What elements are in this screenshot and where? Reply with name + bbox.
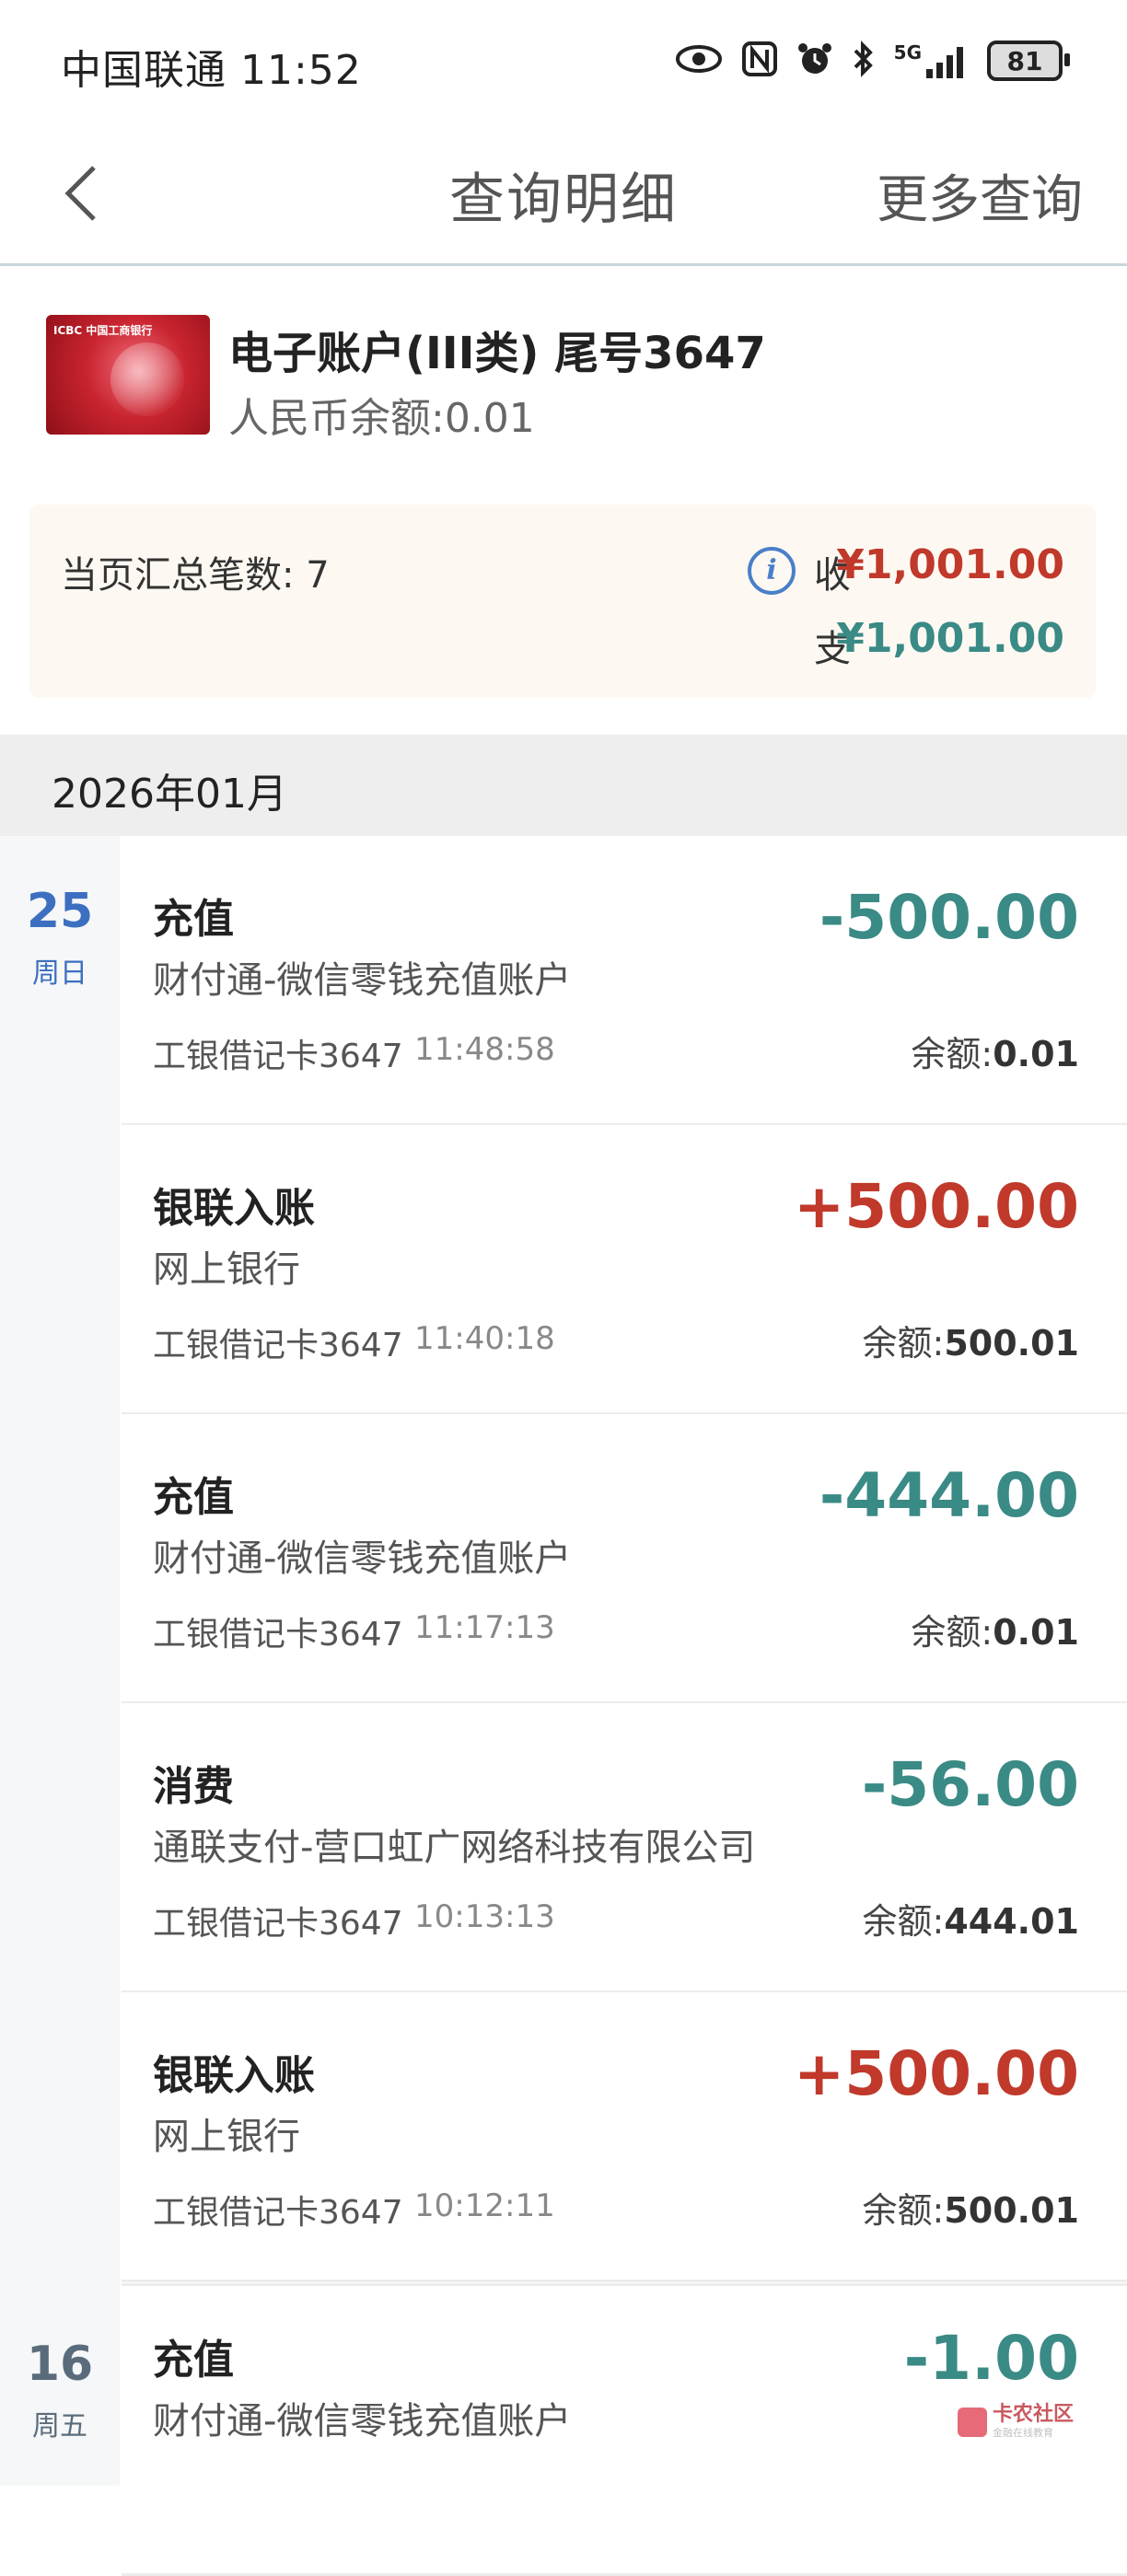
income-amount: ¥1,001.00 (836, 541, 1064, 588)
balance-value: 0.01 (993, 1034, 1079, 1074)
balance-label: 余额: (862, 1901, 945, 1942)
day-number: 16 (26, 2337, 94, 2392)
transaction-type: 充值 (153, 1474, 234, 1521)
transaction-balance: 余额:500.01 (863, 2182, 1079, 2233)
status-bar: 中国联通 11:52 5G 81 (0, 0, 1127, 129)
watermark-text-group: 卡农社区 金融在线教育 (993, 2405, 1074, 2440)
transaction-party: 财付通-微信零钱充值账户 (153, 2400, 572, 2443)
transaction-party: 财付通-微信零钱充值账户 (153, 1537, 572, 1580)
watermark-text: 卡农社区 (993, 2403, 1075, 2426)
expense-amount: ¥1,001.00 (836, 615, 1064, 662)
account-info: ICBC 中国工商银行 电子账户(III类) 尾号3647 人民币余额:0.01 (0, 276, 1127, 488)
transaction-card: 工银借记卡3647 (153, 2194, 403, 2232)
transaction-balance: 余额:0.01 (911, 1026, 1079, 1076)
card-logo: ICBC 中国工商银行 (53, 324, 153, 337)
transaction-time: 11:40:18 (414, 1320, 555, 1357)
day-weekday: 周日 (32, 957, 87, 990)
signal-5g-icon: 5G (894, 43, 969, 78)
transaction-party: 网上银行 (153, 2116, 300, 2158)
balance-value: 500.01 (944, 1323, 1079, 1363)
transaction-balance: 余额:500.01 (863, 1315, 1079, 1365)
watermark-subtext: 金融在线教育 (993, 2427, 1053, 2439)
transaction-row[interactable]: 充值 财付通-微信零钱充值账户 工银借记卡3647 11:48:58 -500.… (122, 836, 1127, 1126)
status-icons: 5G 81 (675, 41, 1070, 81)
balance-label: 余额: (911, 1034, 993, 1074)
balance-label: 余额: (862, 1323, 945, 1363)
transaction-type: 消费 (153, 1763, 234, 1810)
bank-card-image: ICBC 中国工商银行 (46, 315, 210, 435)
transaction-party: 通联支付-营口虹广网络科技有限公司 (153, 1827, 756, 1869)
eye-icon (675, 43, 723, 78)
day-weekday: 周五 (32, 2410, 87, 2443)
transaction-card: 工银借记卡3647 (153, 1905, 403, 1943)
watermark-logo-icon (958, 2408, 987, 2437)
nav-bar: 查询明细 更多查询 (0, 129, 1127, 266)
account-name: 电子账户(III类) 尾号3647 (228, 328, 766, 379)
day-number: 25 (26, 884, 94, 939)
page-summary: 当页汇总笔数: 7 i 收 ¥1,001.00 支 ¥1,001.00 (29, 505, 1096, 698)
transaction-card: 工银借记卡3647 (153, 1616, 403, 1654)
carrier-time: 中国联通 11:52 (61, 47, 362, 94)
bluetooth-icon (852, 41, 876, 81)
transaction-amount: -56.00 (861, 1749, 1079, 1820)
transaction-party: 财付通-微信零钱充值账户 (153, 959, 572, 1002)
transaction-time: 11:48:58 (414, 1031, 555, 1068)
transaction-type: 银联入账 (153, 1185, 315, 1232)
transaction-type: 银联入账 (153, 2052, 315, 2099)
transaction-row[interactable]: 银联入账 网上银行 工银借记卡3647 11:40:18 +500.00 余额:… (122, 1125, 1127, 1415)
transaction-time: 10:12:11 (414, 2187, 555, 2224)
alarm-icon (796, 41, 833, 81)
battery-icon: 81 (987, 41, 1070, 81)
more-query-button[interactable]: 更多查询 (877, 158, 1083, 233)
transaction-balance: 余额:0.01 (911, 1604, 1079, 1654)
summary-count: 当页汇总笔数: 7 (61, 554, 330, 597)
transaction-card: 工银借记卡3647 (153, 1327, 403, 1364)
date-column: 25 周日 16 周五 (0, 836, 120, 2486)
transaction-row[interactable]: 充值 财付通-微信零钱充值账户 工银借记卡3647 11:17:13 -444.… (122, 1414, 1127, 1704)
account-balance: 人民币余额:0.01 (228, 395, 535, 442)
transaction-amount: +500.00 (794, 1171, 1079, 1242)
transaction-amount: -500.00 (819, 882, 1079, 953)
balance-label: 余额: (862, 2190, 945, 2231)
globe-icon (110, 342, 184, 416)
transaction-time: 10:13:13 (414, 1898, 555, 1935)
nfc-icon (741, 41, 778, 81)
transaction-row[interactable]: 银联入账 网上银行 工银借记卡3647 10:12:11 +500.00 余额:… (122, 1992, 1127, 2282)
balance-label: 余额: (911, 1612, 993, 1653)
transaction-row[interactable]: 消费 通联支付-营口虹广网络科技有限公司 工银借记卡3647 10:13:13 … (122, 1703, 1127, 1993)
transaction-party: 网上银行 (153, 1248, 300, 1291)
transaction-time: 11:17:13 (414, 1609, 555, 1646)
month-label: 2026年01月 (52, 771, 287, 818)
transaction-amount: -1.00 (903, 2323, 1079, 2394)
balance-value: 500.01 (944, 2190, 1079, 2231)
transaction-type: 充值 (153, 2337, 234, 2384)
balance-value: 444.01 (944, 1901, 1079, 1942)
month-header: 2026年01月 (0, 735, 1127, 836)
network-label: 5G (893, 41, 922, 64)
info-icon[interactable]: i (748, 547, 796, 595)
transaction-type: 充值 (153, 896, 234, 943)
balance-value: 0.01 (993, 1612, 1079, 1653)
transaction-card: 工银借记卡3647 (153, 1038, 403, 1075)
transaction-amount: -444.00 (819, 1460, 1079, 1531)
transaction-balance: 余额:444.01 (863, 1893, 1079, 1944)
watermark: 卡农社区 金融在线教育 (958, 2405, 1074, 2440)
transaction-amount: +500.00 (794, 2038, 1079, 2109)
